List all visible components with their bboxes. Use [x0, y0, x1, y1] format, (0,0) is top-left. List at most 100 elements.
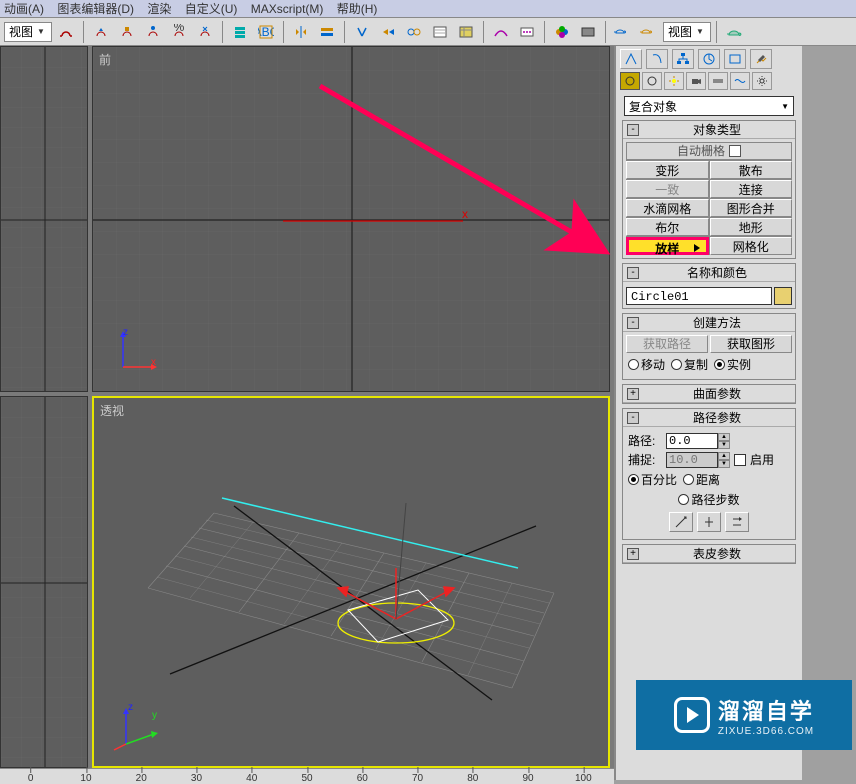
get-path-button[interactable]: 获取路径: [626, 335, 708, 353]
svg-text:x: x: [462, 207, 468, 221]
object-color-swatch[interactable]: [774, 287, 792, 305]
object-type-dropdown[interactable]: 复合对象: [624, 96, 794, 116]
creation-method-rollout: -创建方法 获取路径 获取图形 移动 复制 实例: [622, 313, 796, 380]
command-panel-tabs: [618, 48, 800, 70]
material-editor-button[interactable]: [550, 21, 574, 43]
motion-tab[interactable]: [698, 49, 720, 69]
menu-item[interactable]: 图表编辑器(D): [57, 2, 134, 16]
spinner-snap-button[interactable]: [141, 21, 165, 43]
play-icon: [674, 697, 710, 733]
instance-radio[interactable]: 实例: [714, 356, 751, 373]
copy-radio[interactable]: 复制: [671, 356, 708, 373]
snap-2d-button[interactable]: [193, 21, 217, 43]
viewport-label: 透视: [100, 402, 124, 419]
morph-button[interactable]: 变形: [626, 161, 709, 179]
connect-button[interactable]: 连接: [710, 180, 793, 198]
path-label: 路径:: [628, 432, 662, 449]
shapes-subtab[interactable]: [642, 72, 662, 90]
conform-button[interactable]: 一致: [626, 180, 709, 198]
distance-radio[interactable]: 距离: [683, 471, 720, 488]
render-button[interactable]: [637, 21, 661, 43]
menu-item[interactable]: MAXscript(M): [251, 2, 324, 16]
shapemerge-button[interactable]: 图形合并: [710, 199, 793, 217]
viewport-area: x 前 z x: [0, 46, 614, 780]
viewport-perspective[interactable]: 透视 z y: [92, 396, 610, 768]
time-ruler[interactable]: 0 10 20 30 40 50 60 70 80 90 100: [0, 768, 614, 784]
snap-label: 捕捉:: [628, 451, 662, 468]
render-setup-button[interactable]: [611, 21, 635, 43]
named-sel-button[interactable]: ABC: [254, 21, 278, 43]
snap-3d-button[interactable]: %: [167, 21, 191, 43]
rollout-header[interactable]: +曲面参数: [623, 385, 795, 403]
dope-sheet-button[interactable]: [515, 21, 539, 43]
rollout-header[interactable]: -路径参数: [623, 409, 795, 427]
watermark-logo: 溜溜自学 ZIXUE.3D66.COM: [636, 680, 852, 750]
percent-radio[interactable]: 百分比: [628, 471, 677, 488]
rollout-header[interactable]: -名称和颜色: [623, 264, 795, 282]
lights-subtab[interactable]: [664, 72, 684, 90]
quick-render-button[interactable]: [722, 21, 746, 43]
helpers-subtab[interactable]: [708, 72, 728, 90]
enabled-checkbox[interactable]: [734, 454, 746, 466]
menu-item[interactable]: 帮助(H): [337, 2, 378, 16]
menu-item[interactable]: 动画(A): [4, 2, 44, 16]
rollout-header[interactable]: -创建方法: [623, 314, 795, 332]
surface-params-rollout: +曲面参数: [622, 384, 796, 404]
menu-bar: 动画(A) 图表编辑器(D) 渲染 自定义(U) MAXscript(M) 帮助…: [0, 0, 856, 18]
snapshot-button[interactable]: [376, 21, 400, 43]
spacing-tool-button[interactable]: [402, 21, 426, 43]
create-tab[interactable]: [620, 49, 642, 69]
view-dropdown[interactable]: 视图: [663, 22, 711, 42]
spacewarps-subtab[interactable]: [730, 72, 750, 90]
display-tab[interactable]: [724, 49, 746, 69]
selection-filter-button[interactable]: [228, 21, 252, 43]
viewport-left[interactable]: [0, 396, 88, 768]
loft-button[interactable]: 放样: [626, 237, 709, 255]
align-button[interactable]: [315, 21, 339, 43]
path-steps-radio[interactable]: 路径步数: [678, 491, 739, 508]
hierarchy-tab[interactable]: [672, 49, 694, 69]
modify-tab[interactable]: [646, 49, 668, 69]
curve-editor-button[interactable]: [489, 21, 513, 43]
pickpath-icon-button[interactable]: [669, 512, 693, 532]
geometry-subtab[interactable]: [620, 72, 640, 90]
viewport-top[interactable]: [0, 46, 88, 392]
axis-gizmo: z x: [111, 329, 161, 379]
menu-item[interactable]: 渲染: [147, 2, 171, 16]
auto-grid-checkbox[interactable]: 自动栅格: [626, 142, 792, 160]
rollout-header[interactable]: -对象类型: [623, 121, 795, 139]
path-spinner[interactable]: ▲▼: [666, 433, 730, 449]
mirror-button[interactable]: [289, 21, 313, 43]
rollout-header[interactable]: +表皮参数: [623, 545, 795, 563]
svg-text:%: %: [174, 24, 185, 34]
boolean-button[interactable]: 布尔: [626, 218, 709, 236]
systems-subtab[interactable]: [752, 72, 772, 90]
create-category-tabs: [618, 70, 800, 92]
utilities-tab[interactable]: [750, 49, 772, 69]
layer-manager-button[interactable]: [454, 21, 478, 43]
command-panel: 复合对象 -对象类型 自动栅格 变形 散布 一致 连接 水滴网格 图形合并 布尔…: [614, 46, 802, 780]
terrain-button[interactable]: 地形: [710, 218, 793, 236]
cameras-subtab[interactable]: [686, 72, 706, 90]
snap-spinner[interactable]: ▲▼: [666, 452, 730, 468]
path-params-rollout: -路径参数 路径: ▲▼ 捕捉: ▲▼ 启用 百分比 距: [622, 408, 796, 540]
prev-shape-button[interactable]: [697, 512, 721, 532]
schematic-view-button[interactable]: [428, 21, 452, 43]
render-scene-button[interactable]: [576, 21, 600, 43]
move-radio[interactable]: 移动: [628, 356, 665, 373]
ref-coord-dropdown[interactable]: 视图: [4, 22, 52, 42]
mesher-button[interactable]: 网格化: [710, 237, 793, 255]
percent-snap-button[interactable]: [115, 21, 139, 43]
object-type-rollout: -对象类型 自动栅格 变形 散布 一致 连接 水滴网格 图形合并 布尔 地形 放…: [622, 120, 796, 259]
viewport-front[interactable]: x 前 z x: [92, 46, 610, 392]
scatter-button[interactable]: 散布: [710, 161, 793, 179]
array-button[interactable]: [350, 21, 374, 43]
next-shape-button[interactable]: [725, 512, 749, 532]
snap-toggle-button[interactable]: [54, 21, 78, 43]
axis-gizmo: z y: [112, 704, 162, 754]
blobmesh-button[interactable]: 水滴网格: [626, 199, 709, 217]
menu-item[interactable]: 自定义(U): [185, 2, 238, 16]
get-shape-button[interactable]: 获取图形: [710, 335, 792, 353]
angle-snap-button[interactable]: [89, 21, 113, 43]
object-name-input[interactable]: Circle01: [626, 287, 772, 305]
